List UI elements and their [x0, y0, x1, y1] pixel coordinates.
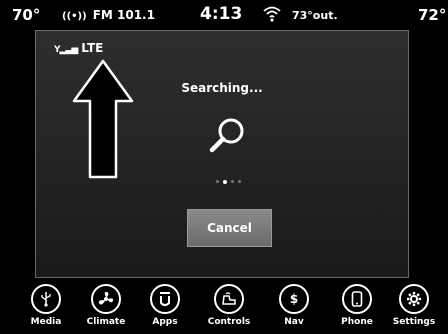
- search-icon: [209, 118, 244, 153]
- dock-item-label: Nav: [284, 317, 304, 327]
- progress-dot-active: [223, 179, 227, 184]
- passenger-temperature[interactable]: 72°: [418, 6, 446, 24]
- network-indicator: Y▂▃▅ LTE: [54, 41, 103, 55]
- phone-icon: [342, 284, 372, 314]
- driver-temperature[interactable]: 70°: [12, 6, 40, 24]
- progress-dot: [216, 180, 219, 183]
- progress-dot: [238, 180, 241, 183]
- dock-item-label: Apps: [152, 317, 178, 327]
- dock-item-apps[interactable]: Apps: [135, 284, 195, 327]
- radio-station[interactable]: ((•)) FM 101.1: [62, 8, 155, 22]
- dock-item-media[interactable]: Media: [16, 284, 76, 327]
- radio-station-label: FM 101.1: [92, 8, 155, 22]
- wifi-icon: [263, 6, 281, 22]
- searching-text: Searching...: [181, 81, 263, 95]
- usb-icon: [31, 284, 61, 314]
- cancel-button[interactable]: Cancel: [187, 209, 272, 247]
- gear-icon: [399, 284, 429, 314]
- dock-item-label: Media: [30, 317, 62, 327]
- signal-strength-icon: Y▂▃▅: [54, 45, 78, 55]
- progress-dot: [231, 180, 234, 183]
- dock-item-label: Phone: [341, 317, 373, 327]
- dock-item-label: Climate: [86, 317, 126, 327]
- dock-item-label: Controls: [207, 317, 251, 327]
- dock-item-nav[interactable]: $ Nav: [264, 284, 324, 327]
- fan-icon: [91, 284, 121, 314]
- nav-icon: $: [279, 284, 309, 314]
- outside-temperature: 73°out.: [292, 9, 338, 22]
- clock: 4:13: [200, 4, 243, 24]
- dock-item-settings[interactable]: Settings: [384, 284, 444, 327]
- dock-item-label: Settings: [392, 317, 436, 327]
- status-bar: 70° ((•)) FM 101.1 4:13 73°out. 72°: [0, 0, 448, 30]
- antenna-icon: ((•)): [62, 11, 87, 22]
- controls-icon: [214, 284, 244, 314]
- apps-icon: [150, 284, 180, 314]
- bottom-dock: Media Climate Apps Controls $ Nav Phone …: [0, 282, 448, 334]
- dock-item-phone[interactable]: Phone: [327, 284, 387, 327]
- up-arrow-icon: [72, 59, 134, 179]
- network-label: LTE: [81, 41, 104, 55]
- dock-item-climate[interactable]: Climate: [76, 284, 136, 327]
- dock-item-controls[interactable]: Controls: [199, 284, 259, 327]
- progress-dots: [214, 171, 248, 184]
- search-dialog: Y▂▃▅ LTE Searching... Cancel: [35, 30, 409, 278]
